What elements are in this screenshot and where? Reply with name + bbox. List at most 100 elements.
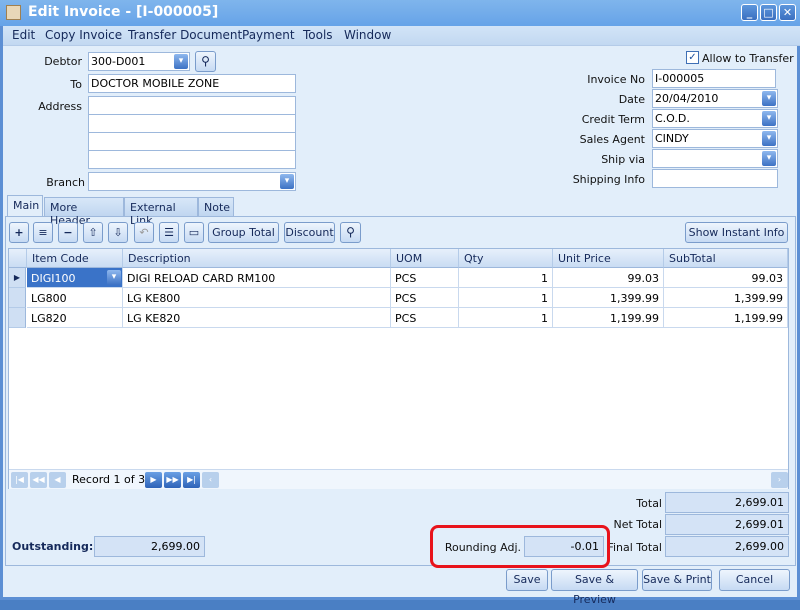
table-cell[interactable]: PCS: [391, 308, 459, 328]
credit-term-value: C.O.D.: [655, 112, 690, 125]
current-row-indicator-icon[interactable]: ▶: [9, 268, 26, 288]
address-line-1[interactable]: [88, 96, 296, 115]
sales-agent-select[interactable]: CINDY ▾: [652, 129, 778, 148]
to-field[interactable]: DOCTOR MOBILE ZONE: [88, 74, 296, 93]
debtor-search-button[interactable]: ⚲: [195, 51, 216, 72]
menu-copy-invoice[interactable]: Copy Invoice: [45, 28, 122, 42]
table-cell[interactable]: 99.03: [553, 268, 664, 288]
row-selector[interactable]: [9, 288, 26, 308]
col-qty[interactable]: Qty: [459, 249, 553, 268]
plus-icon: +: [14, 226, 24, 239]
detail-view-button[interactable]: ▭: [184, 222, 204, 243]
col-unit-price[interactable]: Unit Price: [553, 249, 664, 268]
chevron-down-icon[interactable]: ▾: [762, 111, 776, 126]
menu-transfer-document[interactable]: Transfer Document: [128, 28, 242, 42]
chevron-down-icon[interactable]: ▾: [174, 54, 188, 69]
debtor-label: Debtor: [44, 55, 82, 68]
discount-button[interactable]: Discount: [284, 222, 335, 243]
scroll-right-icon[interactable]: ›: [771, 472, 788, 488]
cancel-button[interactable]: Cancel: [719, 569, 790, 591]
chevron-down-icon[interactable]: ▾: [762, 151, 776, 166]
table-cell[interactable]: DIGI RELOAD CARD RM100: [123, 268, 391, 288]
scroll-left-icon[interactable]: ‹: [202, 472, 219, 488]
col-uom[interactable]: UOM: [391, 249, 459, 268]
shipping-info-field[interactable]: [652, 169, 778, 188]
address-line-4[interactable]: [88, 150, 296, 169]
close-button[interactable]: ✕: [779, 4, 796, 21]
chevron-down-icon[interactable]: ▾: [107, 270, 121, 285]
address-label: Address: [38, 100, 82, 113]
minimize-button[interactable]: _: [741, 4, 758, 21]
menu-window[interactable]: Window: [344, 28, 391, 42]
col-item-code[interactable]: Item Code: [27, 249, 123, 268]
branch-select[interactable]: ▾: [88, 172, 296, 191]
insert-row-icon: ≡: [38, 226, 48, 239]
menu-tools[interactable]: Tools: [303, 28, 333, 42]
address-line-3[interactable]: [88, 132, 296, 151]
table-cell[interactable]: 1: [459, 268, 553, 288]
table-cell[interactable]: LG KE820: [123, 308, 391, 328]
tab-external-link[interactable]: External Link: [124, 197, 198, 227]
table-cell[interactable]: 1,399.99: [553, 288, 664, 308]
chevron-down-icon[interactable]: ▾: [762, 91, 776, 106]
date-picker[interactable]: 20/04/2010 ▾: [652, 89, 778, 108]
table-cell[interactable]: 1: [459, 308, 553, 328]
credit-term-select[interactable]: C.O.D. ▾: [652, 109, 778, 128]
list-view-button[interactable]: ☰: [159, 222, 179, 243]
table-cell[interactable]: PCS: [391, 268, 459, 288]
debtor-select[interactable]: 300-D001 ▾: [88, 52, 190, 71]
table-cell[interactable]: 1,199.99: [553, 308, 664, 328]
record-navigator: |◀ ◀◀ ◀ Record 1 of 3 ▶ ▶▶ ▶| ‹ ›: [9, 469, 788, 489]
menu-payment[interactable]: Payment: [242, 28, 295, 42]
app-icon: [6, 5, 21, 20]
next-record-icon[interactable]: ▶: [145, 472, 162, 488]
row-header-corner: [9, 249, 27, 268]
table-cell[interactable]: LG800: [27, 288, 123, 308]
undo-button[interactable]: ↶: [134, 222, 154, 243]
first-record-icon[interactable]: |◀: [11, 472, 28, 488]
table-cell-item-code[interactable]: DIGI100 ▾: [27, 268, 123, 288]
tab-note[interactable]: Note: [198, 197, 234, 216]
invoice-no-label: Invoice No: [587, 73, 645, 86]
undo-icon: ↶: [139, 226, 149, 239]
ship-via-select[interactable]: ▾: [652, 149, 778, 168]
tab-more-header[interactable]: More Header: [44, 197, 124, 227]
prev-page-icon[interactable]: ◀◀: [30, 472, 47, 488]
prev-record-icon[interactable]: ◀: [49, 472, 66, 488]
save-button[interactable]: Save: [506, 569, 548, 591]
chevron-down-icon[interactable]: ▾: [762, 131, 776, 146]
table-cell[interactable]: 1,199.99: [664, 308, 788, 328]
group-total-button[interactable]: Group Total: [208, 222, 279, 243]
show-instant-info-button[interactable]: Show Instant Info: [685, 222, 788, 243]
allow-transfer-checkbox[interactable]: ✓: [686, 51, 699, 64]
table-cell[interactable]: PCS: [391, 288, 459, 308]
delete-row-button[interactable]: −: [58, 222, 78, 243]
col-subtotal[interactable]: SubTotal: [664, 249, 788, 268]
table-cell[interactable]: 1,399.99: [664, 288, 788, 308]
next-page-icon[interactable]: ▶▶: [164, 472, 181, 488]
invoice-no-field[interactable]: I-000005: [652, 69, 776, 88]
move-up-button[interactable]: ⇧: [83, 222, 103, 243]
chevron-down-icon[interactable]: ▾: [280, 174, 294, 189]
debtor-value: 300-D001: [91, 55, 146, 68]
menu-edit[interactable]: Edit: [12, 28, 35, 42]
table-cell[interactable]: LG820: [27, 308, 123, 328]
row-selector[interactable]: [9, 308, 26, 328]
branch-label: Branch: [46, 176, 85, 189]
maximize-button[interactable]: □: [760, 4, 777, 21]
col-description[interactable]: Description: [123, 249, 391, 268]
move-down-button[interactable]: ⇩: [108, 222, 128, 243]
insert-row-button[interactable]: ≡: [33, 222, 53, 243]
table-cell[interactable]: LG KE800: [123, 288, 391, 308]
address-line-2[interactable]: [88, 114, 296, 133]
add-row-button[interactable]: +: [9, 222, 29, 243]
table-cell[interactable]: 99.03: [664, 268, 788, 288]
save-preview-button[interactable]: Save & Preview: [551, 569, 638, 606]
tab-main[interactable]: Main: [7, 195, 43, 216]
last-record-icon[interactable]: ▶|: [183, 472, 200, 488]
table-cell[interactable]: 1: [459, 288, 553, 308]
search-button[interactable]: ⚲: [340, 222, 361, 243]
outstanding-value: 2,699.00: [94, 536, 205, 557]
date-label: Date: [618, 93, 645, 106]
save-print-button[interactable]: Save & Print: [642, 569, 712, 591]
